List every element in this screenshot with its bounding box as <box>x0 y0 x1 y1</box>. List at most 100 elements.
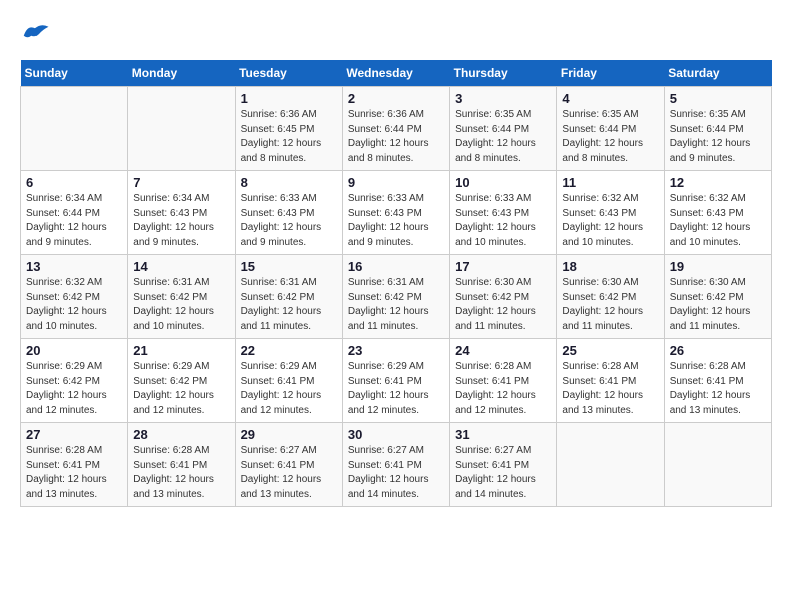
day-info: Sunrise: 6:31 AM Sunset: 6:42 PM Dayligh… <box>133 276 229 334</box>
day-number: 24 <box>455 343 551 358</box>
day-info: Sunrise: 6:33 AM Sunset: 6:43 PM Dayligh… <box>348 192 444 250</box>
day-number: 8 <box>241 175 337 190</box>
day-cell: 29 Sunrise: 6:27 AM Sunset: 6:41 PM Dayli… <box>235 423 342 507</box>
day-cell: 5Sunrise: 6:35 AM Sunset: 6:44 PM Daylig… <box>664 87 771 171</box>
day-number: 13 <box>26 259 122 274</box>
day-number: 16 <box>348 259 444 274</box>
weekday-header-sunday: Sunday <box>21 60 128 87</box>
weekday-header-thursday: Thursday <box>450 60 557 87</box>
day-number: 7 <box>133 175 229 190</box>
week-row-5: 27 Sunrise: 6:28 AM Sunset: 6:41 PM Dayli… <box>21 423 772 507</box>
day-number: 19 <box>670 259 766 274</box>
day-info: Sunrise: 6:31 AM Sunset: 6:42 PM Dayligh… <box>241 276 337 334</box>
calendar-table: SundayMondayTuesdayWednesdayThursdayFrid… <box>20 60 772 507</box>
day-cell: 18 Sunrise: 6:30 AM Sunset: 6:42 PM Dayli… <box>557 255 664 339</box>
day-cell <box>557 423 664 507</box>
day-cell <box>21 87 128 171</box>
day-cell: 26Sunrise: 6:28 AM Sunset: 6:41 PM Dayli… <box>664 339 771 423</box>
day-cell: 20 Sunrise: 6:29 AM Sunset: 6:42 PM Dayli… <box>21 339 128 423</box>
day-number: 14 <box>133 259 229 274</box>
day-info: Sunrise: 6:29 AM Sunset: 6:41 PM Dayligh… <box>348 360 444 418</box>
day-cell: 31 Sunrise: 6:27 AM Sunset: 6:41 PM Dayli… <box>450 423 557 507</box>
header-row: SundayMondayTuesdayWednesdayThursdayFrid… <box>21 60 772 87</box>
day-cell: 9 Sunrise: 6:33 AM Sunset: 6:43 PM Daylig… <box>342 171 449 255</box>
day-number: 6 <box>26 175 122 190</box>
day-info: Sunrise: 6:29 AM Sunset: 6:41 PM Dayligh… <box>241 360 337 418</box>
day-cell: 16 Sunrise: 6:31 AM Sunset: 6:42 PM Dayli… <box>342 255 449 339</box>
day-cell: 30 Sunrise: 6:27 AM Sunset: 6:41 PM Dayli… <box>342 423 449 507</box>
day-info: Sunrise: 6:32 AM Sunset: 6:42 PM Dayligh… <box>26 276 122 334</box>
day-info: Sunrise: 6:33 AM Sunset: 6:43 PM Dayligh… <box>455 192 551 250</box>
day-number: 27 <box>26 427 122 442</box>
logo <box>20 20 54 44</box>
day-info: Sunrise: 6:34 AM Sunset: 6:43 PM Dayligh… <box>133 192 229 250</box>
day-cell: 10 Sunrise: 6:33 AM Sunset: 6:43 PM Dayli… <box>450 171 557 255</box>
day-number: 12 <box>670 175 766 190</box>
day-cell: 17 Sunrise: 6:30 AM Sunset: 6:42 PM Dayli… <box>450 255 557 339</box>
week-row-4: 20 Sunrise: 6:29 AM Sunset: 6:42 PM Dayli… <box>21 339 772 423</box>
day-info: Sunrise: 6:27 AM Sunset: 6:41 PM Dayligh… <box>455 444 551 502</box>
day-info: Sunrise: 6:31 AM Sunset: 6:42 PM Dayligh… <box>348 276 444 334</box>
day-cell: 1Sunrise: 6:36 AM Sunset: 6:45 PM Daylig… <box>235 87 342 171</box>
day-cell: 2Sunrise: 6:36 AM Sunset: 6:44 PM Daylig… <box>342 87 449 171</box>
day-number: 31 <box>455 427 551 442</box>
week-row-1: 1Sunrise: 6:36 AM Sunset: 6:45 PM Daylig… <box>21 87 772 171</box>
day-number: 22 <box>241 343 337 358</box>
day-cell: 3 Sunrise: 6:35 AM Sunset: 6:44 PM Daylig… <box>450 87 557 171</box>
day-cell: 22 Sunrise: 6:29 AM Sunset: 6:41 PM Dayli… <box>235 339 342 423</box>
day-number: 11 <box>562 175 658 190</box>
day-info: Sunrise: 6:30 AM Sunset: 6:42 PM Dayligh… <box>455 276 551 334</box>
day-info: Sunrise: 6:29 AM Sunset: 6:42 PM Dayligh… <box>26 360 122 418</box>
weekday-header-saturday: Saturday <box>664 60 771 87</box>
day-number: 18 <box>562 259 658 274</box>
day-cell: 6 Sunrise: 6:34 AM Sunset: 6:44 PM Daylig… <box>21 171 128 255</box>
day-cell: 14 Sunrise: 6:31 AM Sunset: 6:42 PM Dayli… <box>128 255 235 339</box>
day-number: 20 <box>26 343 122 358</box>
page-header <box>20 20 772 44</box>
day-info: Sunrise: 6:29 AM Sunset: 6:42 PM Dayligh… <box>133 360 229 418</box>
day-info: Sunrise: 6:35 AM Sunset: 6:44 PM Dayligh… <box>562 108 658 166</box>
day-number: 2 <box>348 91 444 106</box>
day-number: 1 <box>241 91 337 106</box>
day-number: 23 <box>348 343 444 358</box>
day-cell: 28Sunrise: 6:28 AM Sunset: 6:41 PM Dayli… <box>128 423 235 507</box>
weekday-header-monday: Monday <box>128 60 235 87</box>
day-cell: 7 Sunrise: 6:34 AM Sunset: 6:43 PM Daylig… <box>128 171 235 255</box>
day-info: Sunrise: 6:27 AM Sunset: 6:41 PM Dayligh… <box>348 444 444 502</box>
day-info: Sunrise: 6:33 AM Sunset: 6:43 PM Dayligh… <box>241 192 337 250</box>
weekday-header-friday: Friday <box>557 60 664 87</box>
day-info: Sunrise: 6:30 AM Sunset: 6:42 PM Dayligh… <box>562 276 658 334</box>
day-info: Sunrise: 6:34 AM Sunset: 6:44 PM Dayligh… <box>26 192 122 250</box>
day-cell: 23 Sunrise: 6:29 AM Sunset: 6:41 PM Dayli… <box>342 339 449 423</box>
day-info: Sunrise: 6:28 AM Sunset: 6:41 PM Dayligh… <box>26 444 122 502</box>
day-cell: 15Sunrise: 6:31 AM Sunset: 6:42 PM Dayli… <box>235 255 342 339</box>
day-cell: 13 Sunrise: 6:32 AM Sunset: 6:42 PM Dayli… <box>21 255 128 339</box>
day-info: Sunrise: 6:32 AM Sunset: 6:43 PM Dayligh… <box>562 192 658 250</box>
day-number: 9 <box>348 175 444 190</box>
day-number: 4 <box>562 91 658 106</box>
day-cell <box>128 87 235 171</box>
day-info: Sunrise: 6:30 AM Sunset: 6:42 PM Dayligh… <box>670 276 766 334</box>
day-info: Sunrise: 6:35 AM Sunset: 6:44 PM Dayligh… <box>455 108 551 166</box>
day-info: Sunrise: 6:28 AM Sunset: 6:41 PM Dayligh… <box>562 360 658 418</box>
day-cell: 19 Sunrise: 6:30 AM Sunset: 6:42 PM Dayli… <box>664 255 771 339</box>
day-number: 30 <box>348 427 444 442</box>
day-cell <box>664 423 771 507</box>
day-cell: 11 Sunrise: 6:32 AM Sunset: 6:43 PM Dayli… <box>557 171 664 255</box>
day-info: Sunrise: 6:27 AM Sunset: 6:41 PM Dayligh… <box>241 444 337 502</box>
day-info: Sunrise: 6:28 AM Sunset: 6:41 PM Dayligh… <box>455 360 551 418</box>
day-info: Sunrise: 6:28 AM Sunset: 6:41 PM Dayligh… <box>133 444 229 502</box>
day-info: Sunrise: 6:35 AM Sunset: 6:44 PM Dayligh… <box>670 108 766 166</box>
day-number: 29 <box>241 427 337 442</box>
day-cell: 27 Sunrise: 6:28 AM Sunset: 6:41 PM Dayli… <box>21 423 128 507</box>
day-cell: 12 Sunrise: 6:32 AM Sunset: 6:43 PM Dayli… <box>664 171 771 255</box>
day-info: Sunrise: 6:32 AM Sunset: 6:43 PM Dayligh… <box>670 192 766 250</box>
day-number: 21 <box>133 343 229 358</box>
day-number: 17 <box>455 259 551 274</box>
week-row-3: 13 Sunrise: 6:32 AM Sunset: 6:42 PM Dayli… <box>21 255 772 339</box>
logo-bird-icon <box>20 20 50 44</box>
day-number: 3 <box>455 91 551 106</box>
weekday-header-wednesday: Wednesday <box>342 60 449 87</box>
day-number: 10 <box>455 175 551 190</box>
day-number: 25 <box>562 343 658 358</box>
